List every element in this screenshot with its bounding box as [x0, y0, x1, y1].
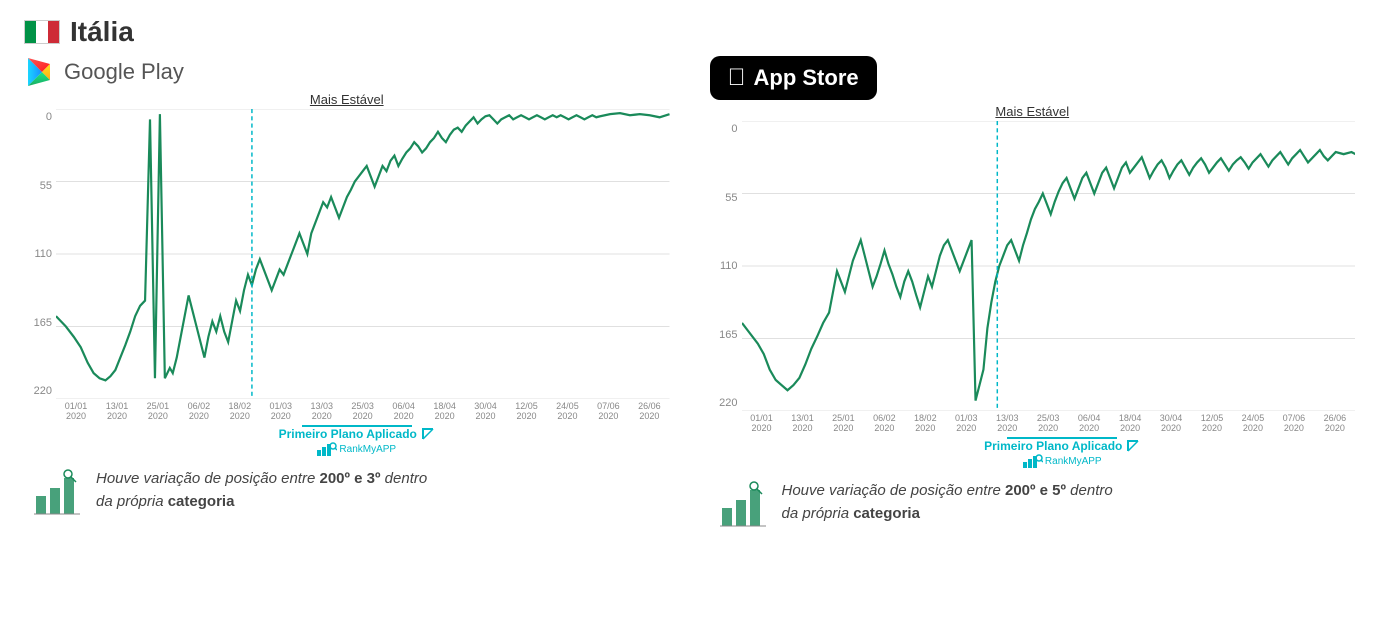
app-store-badge[interactable]:  App Store: [710, 56, 1356, 100]
y-label-55: 55: [710, 192, 742, 204]
google-play-chart-wrap: 0 55 110 165 220: [24, 109, 670, 399]
x-label: 13/032020: [302, 401, 342, 421]
google-play-badge[interactable]: Google Play: [24, 56, 670, 88]
x-label: 30/042020: [466, 401, 506, 421]
rankmyapp-icon-as: [1023, 454, 1043, 468]
google-play-annotation: Primeiro Plano Aplicado: [24, 425, 670, 456]
google-play-svg: [56, 109, 670, 399]
annotation-label: Primeiro Plano Aplicado: [279, 427, 435, 441]
x-label: 06/022020: [864, 413, 904, 433]
google-play-label: Google Play: [64, 59, 184, 85]
y-label-165: 165: [24, 317, 56, 329]
google-play-description: Houve variação de posição entre 200º e 3…: [24, 468, 670, 518]
x-label: 06/022020: [179, 401, 219, 421]
x-label: 12/052020: [1192, 413, 1232, 433]
google-play-y-axis: 0 55 110 165 220: [24, 109, 56, 399]
app-store-desc-text: Houve variação de posição entre 200º e 5…: [782, 480, 1113, 525]
app-store-column:  App Store Mais Estável 0 55 110 165 22…: [710, 56, 1356, 530]
rankmyapp-icon: [317, 442, 337, 456]
x-label: 30/042020: [1151, 413, 1191, 433]
x-label: 12/052020: [506, 401, 546, 421]
annotation-corner-icon: [421, 427, 435, 441]
x-label: 24/052020: [1233, 413, 1273, 433]
x-label: 13/012020: [782, 413, 822, 433]
flag-green: [25, 21, 36, 43]
y-label-110: 110: [710, 260, 742, 272]
x-label: 25/032020: [343, 401, 383, 421]
x-label: 24/052020: [547, 401, 587, 421]
x-label: 18/042020: [1110, 413, 1150, 433]
google-play-chart-container: Mais Estável 0 55 110 165 220: [24, 92, 670, 456]
x-label: 01/012020: [742, 413, 782, 433]
x-label: 18/022020: [905, 413, 945, 433]
app-store-link[interactable]:  App Store: [710, 56, 877, 100]
google-play-x-axis: 01/012020 13/012020 25/012020 06/022020 …: [24, 401, 670, 421]
x-label: 06/042020: [384, 401, 424, 421]
rankmyapp-logo: RankMyAPP: [317, 442, 396, 456]
country-title: Itália: [70, 16, 134, 48]
app-store-svg: [742, 121, 1356, 411]
y-label-165: 165: [710, 329, 742, 341]
apple-icon: : [728, 64, 746, 92]
y-label-220: 220: [710, 397, 742, 409]
x-label: 07/062020: [588, 401, 628, 421]
app-store-description: Houve variação de posição entre 200º e 5…: [710, 480, 1356, 530]
category-rank-icon: [32, 468, 82, 518]
x-label: 13/012020: [97, 401, 137, 421]
x-label: 18/022020: [220, 401, 260, 421]
x-label: 07/062020: [1274, 413, 1314, 433]
flag-red: [48, 21, 59, 43]
app-store-annotation: Primeiro Plano Aplicado: [710, 437, 1356, 468]
annotation-corner-icon: [1126, 439, 1140, 453]
page: Itália: [0, 0, 1379, 546]
corner-arrow-icon: [421, 427, 435, 441]
x-label: 26/062020: [1315, 413, 1355, 433]
google-play-chart-area: [56, 109, 670, 399]
google-play-column: Google Play Mais Estável 0 55 110 165 22…: [24, 56, 670, 530]
x-label: 18/042020: [425, 401, 465, 421]
y-label-110: 110: [24, 248, 56, 260]
annotation-text: Primeiro Plano Aplicado: [279, 427, 417, 441]
rankmyapp-text-as: RankMyAPP: [1045, 456, 1102, 467]
category-rank-icon-as: [718, 480, 768, 530]
app-store-chart-area: [742, 121, 1356, 411]
italy-flag: [24, 20, 60, 44]
x-label: 01/032020: [946, 413, 986, 433]
x-label: 06/042020: [1069, 413, 1109, 433]
app-store-y-axis: 0 55 110 165 220: [710, 121, 742, 411]
app-store-label: App Store: [754, 65, 859, 91]
x-label: 25/012020: [823, 413, 863, 433]
google-play-link[interactable]: Google Play: [24, 56, 184, 88]
rankmyapp-text: RankMyAPP: [339, 444, 396, 455]
flag-white: [36, 21, 47, 43]
app-store-chart-container: Mais Estável 0 55 110 165 220: [710, 104, 1356, 468]
x-label: 25/012020: [138, 401, 178, 421]
x-label: 26/062020: [629, 401, 669, 421]
x-label: 01/032020: [261, 401, 301, 421]
rankmyapp-logo-as: RankMyAPP: [1023, 454, 1102, 468]
google-play-desc-text: Houve variação de posição entre 200º e 3…: [96, 468, 427, 513]
google-play-chart-title: Mais Estável: [24, 92, 670, 107]
corner-arrow-icon-as: [1126, 439, 1140, 453]
x-label: 01/012020: [56, 401, 96, 421]
x-label: 13/032020: [987, 413, 1027, 433]
header: Itália: [24, 16, 1355, 48]
annotation-label: Primeiro Plano Aplicado: [984, 439, 1140, 453]
y-label-0: 0: [710, 123, 742, 135]
y-label-220: 220: [24, 385, 56, 397]
app-store-x-axis: 01/012020 13/012020 25/012020 06/022020 …: [710, 413, 1356, 433]
two-columns: Google Play Mais Estável 0 55 110 165 22…: [24, 56, 1355, 530]
x-label: 25/032020: [1028, 413, 1068, 433]
y-label-0: 0: [24, 111, 56, 123]
google-play-icon: [24, 56, 56, 88]
annotation-text: Primeiro Plano Aplicado: [984, 439, 1122, 453]
app-store-chart-title: Mais Estável: [710, 104, 1356, 119]
y-label-55: 55: [24, 180, 56, 192]
app-store-chart-wrap: 0 55 110 165 220: [710, 121, 1356, 411]
